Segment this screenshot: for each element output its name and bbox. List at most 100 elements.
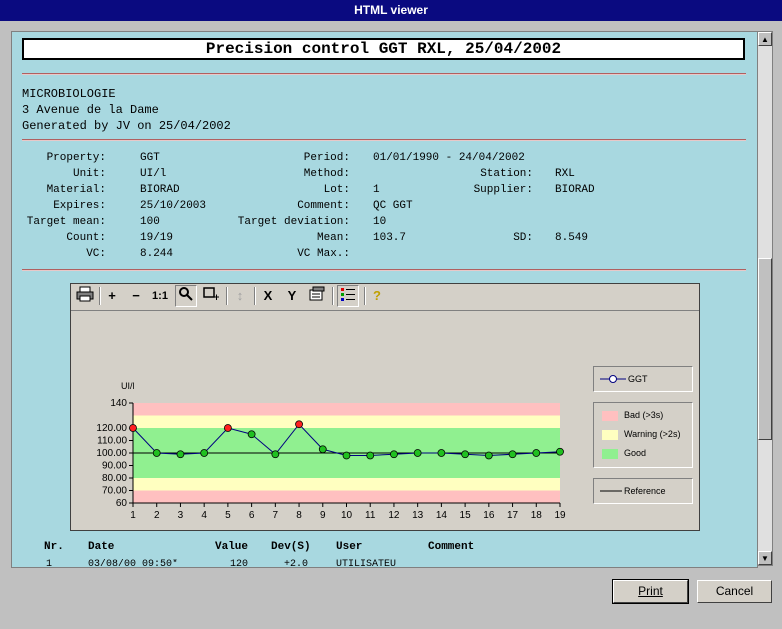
x-tick-label: 1 [130,510,136,521]
y-axis-button[interactable]: Y [283,286,301,306]
data-point [508,450,517,459]
y-tick-label: 80.00 [102,473,127,484]
toolbar-separator [332,287,334,305]
x-axis-button[interactable]: X [259,286,277,306]
property-value: BIORAD [555,184,595,196]
data-point [176,450,185,459]
x-tick-label: 12 [388,510,400,521]
cell-nr: 1 [46,559,53,567]
property-label: Period: [303,152,350,164]
cancel-button[interactable]: Cancel [697,580,772,603]
property-value: BIORAD [140,184,180,196]
data-point [129,424,137,432]
legend-toggle-icon[interactable] [337,285,359,307]
property-value: QC GGT [373,200,413,212]
toolbar-separator [364,287,366,305]
property-label: Target deviation: [237,216,350,228]
legend-reference: Reference [593,478,693,504]
property-value: 8.244 [140,248,174,260]
property-value: 10 [373,216,387,228]
x-tick-label: 2 [154,510,160,521]
y-tick-label: 60 [116,498,128,509]
zoom-rect-icon[interactable] [201,286,221,306]
address-line: 3 Avenue de la Dame [22,103,159,117]
divider [22,73,746,75]
data-point [295,420,303,429]
property-label: Count: [66,232,106,244]
scroll-up-arrow-icon[interactable]: ▲ [758,32,772,46]
y-tick-label: 70.00 [102,486,127,497]
cell-dev: +2.0 [284,559,309,567]
property-value: GGT [140,152,160,164]
cell-date: 03/08/00 09:50* [88,559,179,567]
legend-zones: Bad (>3s) Warning (>2s) Good [593,402,693,468]
property-label: Method: [303,168,350,180]
property-value: 1 [373,184,380,196]
toolbar-separator [226,287,228,305]
data-point [247,430,256,439]
scroll-down-arrow-icon[interactable]: ▼ [758,551,772,565]
y-tick-label: 120.00 [96,423,127,434]
property-label: Unit: [72,168,106,180]
property-value: RXL [555,168,575,180]
print-icon[interactable] [75,286,95,306]
chart-toolbar: + − 1:1 ↕ X Y ? [71,284,699,311]
property-label: Expires: [53,200,106,212]
property-label: Station: [480,168,533,180]
pan-icon[interactable]: ↕ [231,286,249,306]
x-tick-label: 11 [365,510,376,521]
data-point [461,450,470,459]
y-tick-label: 110.00 [97,436,127,447]
y-tick-label: 90.00 [102,461,127,472]
data-point [366,451,375,460]
property-label: VC Max.: [297,248,350,260]
data-point [484,451,493,460]
vertical-scrollbar[interactable]: ▲ ▼ [757,31,773,566]
zoom-out-icon[interactable]: − [127,286,145,306]
zoom-reset-button[interactable]: 1:1 [149,286,171,306]
property-value: 100 [140,216,160,228]
magnifier-icon[interactable] [175,285,197,307]
legend-reference-label: Reference [624,486,666,496]
data-point [342,451,351,460]
data-point [437,449,446,457]
column-header-nr: Nr. [44,541,64,553]
x-tick-label: 19 [554,510,566,521]
bad-swatch [602,411,618,421]
property-value: 25/10/2003 [140,200,207,212]
scroll-thumb[interactable] [758,258,772,440]
print-button-label: Print [638,584,663,598]
data-point [271,450,280,459]
warning-swatch [602,430,618,440]
legend-series: GGT [593,366,693,392]
property-value: UI/l [140,168,167,180]
property-label: VC: [86,248,106,260]
data-point [413,449,422,457]
property-label: Supplier: [473,184,533,196]
report-viewport[interactable]: Precision control GGT RXL, 25/04/2002 MI… [11,31,758,568]
property-label: Material: [46,184,106,196]
x-tick-label: 5 [225,510,231,521]
data-point [390,450,398,459]
divider [22,139,746,141]
property-label: Property: [46,152,106,164]
data-point [200,449,209,457]
property-value: 01/01/1990 - 24/04/2002 [373,152,525,164]
help-icon[interactable]: ? [368,286,386,306]
property-label: Mean: [316,232,350,244]
property-label: Lot: [323,184,350,196]
address-block: MICROBIOLOGIE 3 Avenue de la Dame Genera… [22,86,231,134]
good-swatch [602,449,618,459]
legend-warning-label: Warning (>2s) [624,429,681,439]
zoom-in-icon[interactable]: + [103,286,121,306]
x-tick-label: 3 [178,510,184,521]
print-button[interactable]: Print [612,579,689,604]
y-axis-label: UI/l [121,381,135,391]
properties-icon[interactable] [307,286,327,306]
data-point [152,449,161,457]
x-tick-label: 15 [460,510,472,521]
legend-good-label: Good [624,448,647,458]
property-label: Target mean: [26,216,106,228]
property-value: 19/19 [140,232,174,244]
data-point [556,447,564,456]
